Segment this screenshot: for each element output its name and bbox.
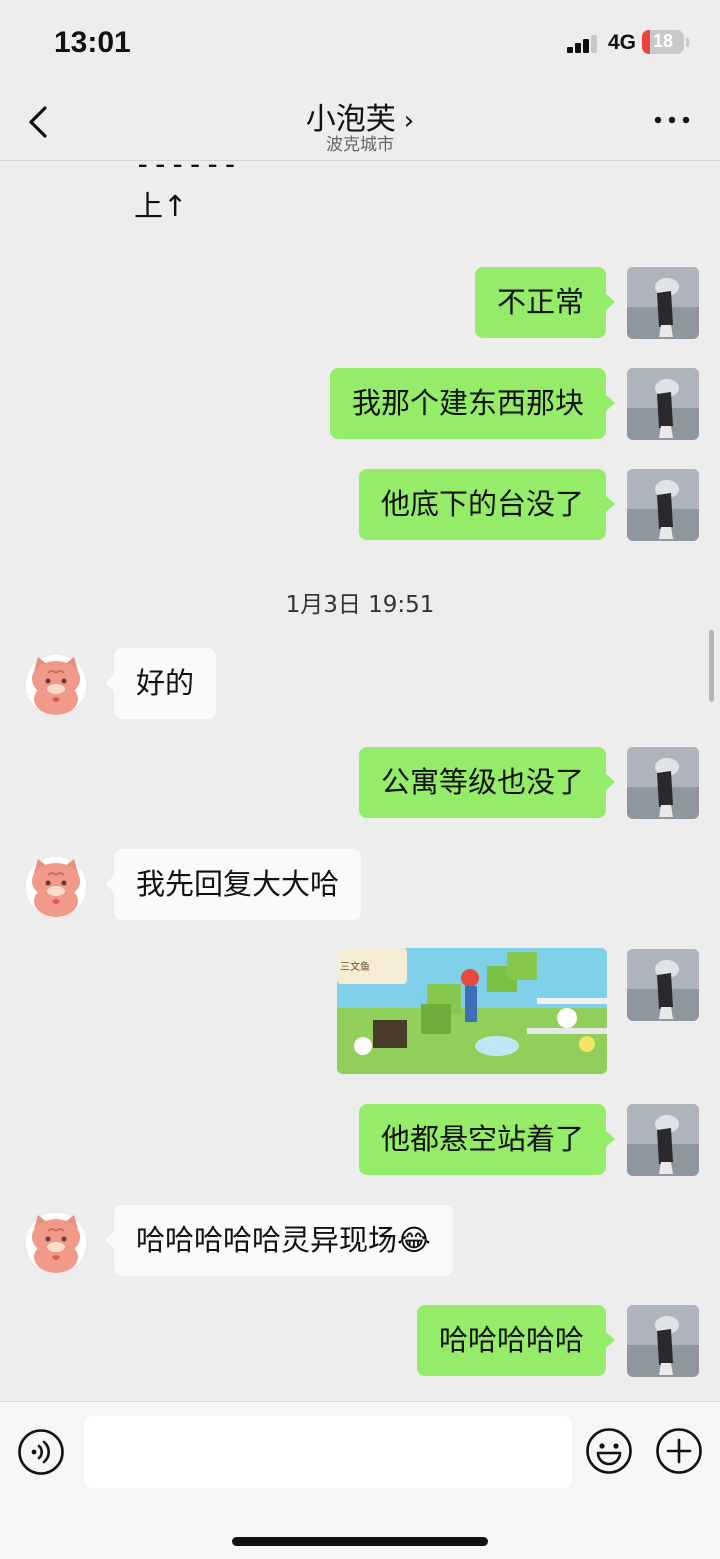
emoji-button[interactable] bbox=[585, 1427, 633, 1475]
chat-scrollbar[interactable] bbox=[709, 630, 714, 702]
my-avatar[interactable] bbox=[627, 368, 699, 440]
my-message-bubble[interactable]: 哈哈哈哈哈 bbox=[416, 1305, 616, 1376]
plus-icon bbox=[656, 1428, 702, 1474]
battery-percent: 18 bbox=[652, 31, 674, 51]
cat-avatar-icon bbox=[26, 1213, 86, 1273]
avatar-image bbox=[627, 747, 699, 819]
avatar-image bbox=[627, 368, 699, 440]
avatar-image bbox=[627, 1104, 699, 1176]
avatar-image bbox=[627, 267, 699, 339]
signal-icon bbox=[567, 35, 601, 53]
my-avatar[interactable] bbox=[627, 267, 699, 339]
avatar-image bbox=[627, 949, 699, 1021]
chat-area[interactable]: ------ 上↑ 不正常 我那个建东西那块 他底下的台没了 1月3日 19:5… bbox=[0, 161, 720, 1401]
cat-avatar-icon bbox=[26, 857, 86, 917]
my-avatar[interactable] bbox=[627, 747, 699, 819]
image-message[interactable]: 三文鱼 bbox=[337, 948, 607, 1074]
emoji-icon bbox=[586, 1428, 632, 1474]
ellipsis-icon bbox=[654, 116, 690, 124]
more-button[interactable] bbox=[652, 106, 692, 134]
battery-icon: 18 bbox=[642, 30, 684, 54]
network-type: 4G bbox=[608, 31, 637, 54]
my-avatar[interactable] bbox=[627, 1104, 699, 1176]
contact-avatar[interactable] bbox=[22, 851, 90, 919]
my-avatar[interactable] bbox=[627, 469, 699, 541]
dash-line: ------ bbox=[134, 161, 239, 181]
my-message-bubble[interactable]: 他都悬空站着了 bbox=[358, 1104, 616, 1175]
message-timestamp: 1月3日 19:51 bbox=[285, 592, 435, 618]
message-input[interactable] bbox=[84, 1416, 572, 1488]
image-overlay-label: 三文鱼 bbox=[340, 962, 370, 973]
my-message-bubble[interactable]: 他底下的台没了 bbox=[358, 469, 616, 540]
my-message-bubble[interactable]: 公寓等级也没了 bbox=[358, 747, 616, 818]
input-bar bbox=[0, 1401, 720, 1559]
chat-header: 小泡芙 › 波克城市 bbox=[0, 88, 720, 161]
contact-subtitle: 波克城市 bbox=[326, 135, 394, 155]
game-screenshot-image bbox=[337, 948, 607, 1074]
up-arrow-text: 上↑ bbox=[134, 189, 188, 223]
home-indicator[interactable] bbox=[232, 1537, 488, 1546]
contact-avatar[interactable] bbox=[22, 1207, 90, 1275]
my-avatar[interactable] bbox=[627, 1305, 699, 1377]
contact-message-bubble[interactable]: 好的 bbox=[104, 648, 217, 719]
cat-avatar-icon bbox=[26, 655, 86, 715]
battery-tip bbox=[686, 38, 689, 47]
avatar-image bbox=[627, 1305, 699, 1377]
contact-message-bubble[interactable]: 我先回复大大哈 bbox=[104, 849, 362, 920]
my-message-bubble[interactable]: 我那个建东西那块 bbox=[329, 368, 616, 439]
contact-message-bubble[interactable]: 哈哈哈哈哈灵异现场😂 bbox=[105, 1205, 453, 1276]
more-functions-button[interactable] bbox=[655, 1427, 703, 1475]
voice-button[interactable] bbox=[17, 1428, 65, 1476]
my-avatar[interactable] bbox=[627, 949, 699, 1021]
contact-avatar[interactable] bbox=[22, 649, 90, 717]
avatar-image bbox=[627, 469, 699, 541]
status-bar: 13:01 4G 18 bbox=[0, 0, 720, 88]
my-message-bubble[interactable]: 不正常 bbox=[474, 267, 616, 338]
status-time: 13:01 bbox=[54, 26, 131, 59]
voice-icon bbox=[18, 1429, 64, 1475]
